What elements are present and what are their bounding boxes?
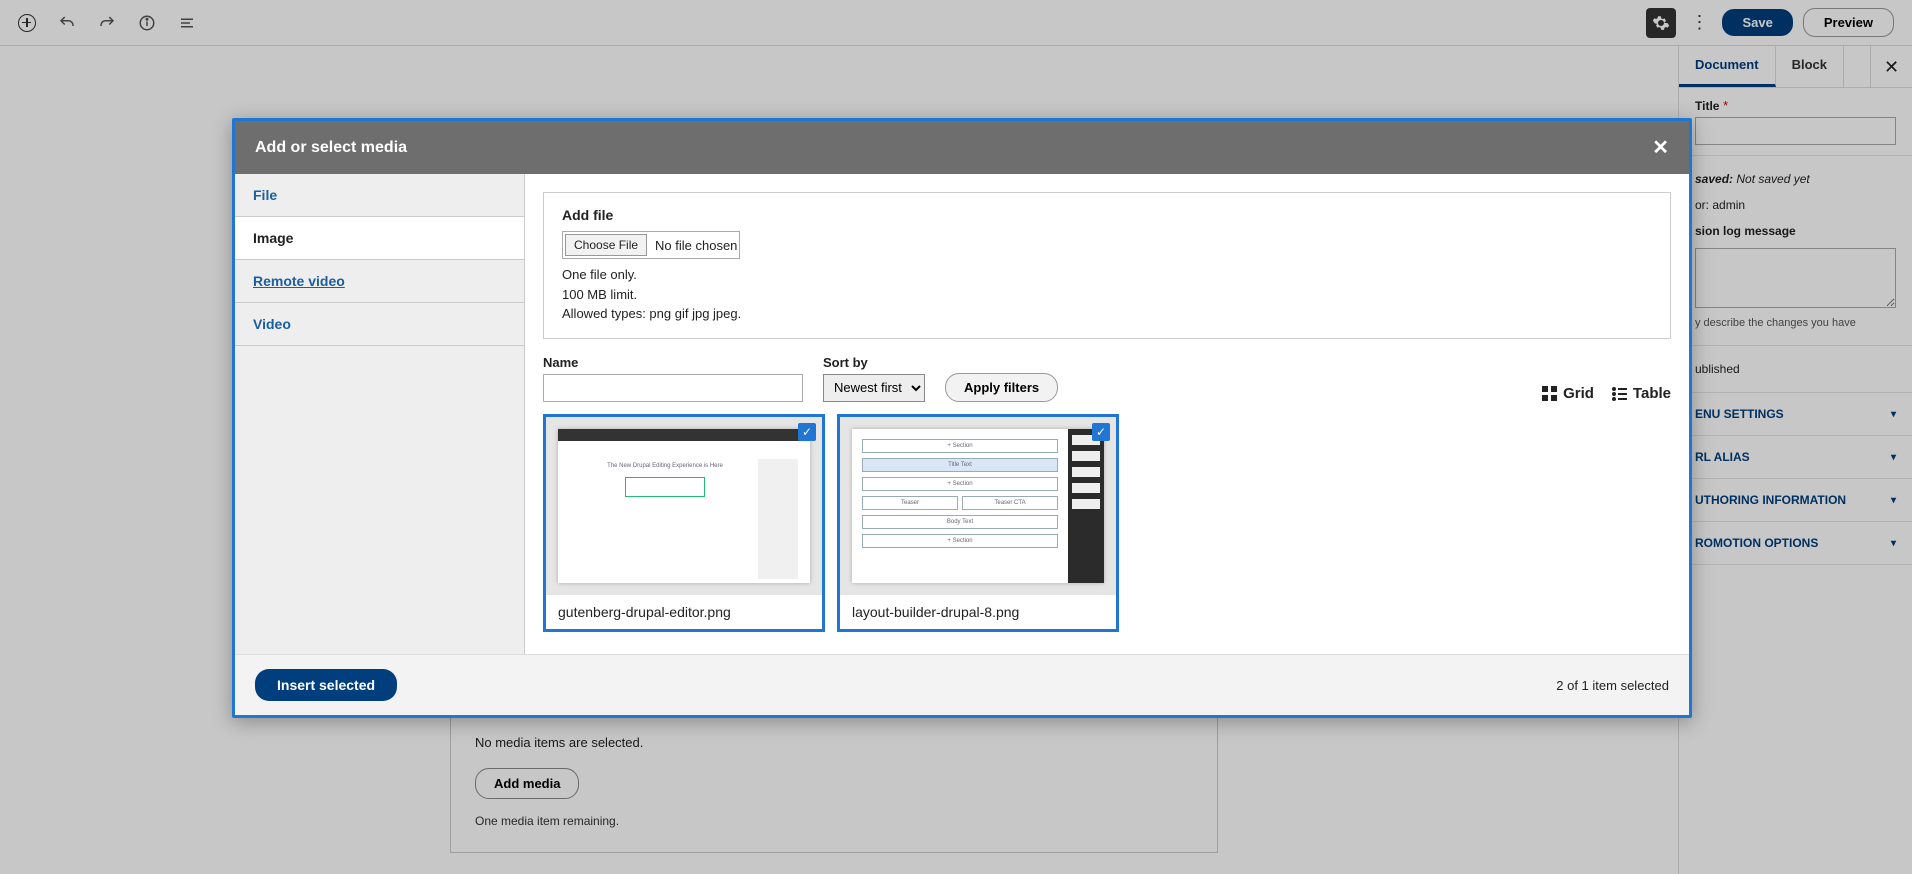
insert-selected-button[interactable]: Insert selected xyxy=(255,669,397,701)
apply-filters-button[interactable]: Apply filters xyxy=(945,373,1058,402)
close-icon[interactable]: ✕ xyxy=(1652,135,1669,160)
media-item[interactable]: + Section Title Text + Section Teaser Te… xyxy=(837,414,1119,632)
media-filename: layout-builder-drupal-8.png xyxy=(840,595,1116,629)
filter-name-label: Name xyxy=(543,355,803,370)
media-filename: gutenberg-drupal-editor.png xyxy=(546,595,822,629)
file-status: No file chosen xyxy=(655,238,737,253)
list-icon xyxy=(1612,386,1627,401)
grid-icon xyxy=(1542,386,1557,401)
view-grid-toggle[interactable]: Grid xyxy=(1542,385,1594,402)
item-checkbox[interactable]: ✓ xyxy=(798,423,816,441)
vtab-video[interactable]: Video xyxy=(235,303,524,346)
vtab-image[interactable]: Image xyxy=(235,217,524,260)
filter-sort-select[interactable]: Newest first xyxy=(823,374,925,402)
item-checkbox[interactable]: ✓ xyxy=(1092,423,1110,441)
upload-heading: Add file xyxy=(562,207,1652,223)
filter-sort-label: Sort by xyxy=(823,355,925,370)
media-item[interactable]: The New Drupal Editing Experience is Her… xyxy=(543,414,825,632)
vtab-remote-video[interactable]: Remote video xyxy=(235,260,524,303)
vtab-file[interactable]: File xyxy=(235,174,524,217)
choose-file-button[interactable]: Choose File xyxy=(565,234,647,256)
view-table-toggle[interactable]: Table xyxy=(1612,385,1671,402)
modal-title: Add or select media xyxy=(255,139,407,157)
selection-status: 2 of 1 item selected xyxy=(1556,678,1669,693)
media-type-tabs: File Image Remote video Video xyxy=(235,174,525,654)
media-library-modal: Add or select media ✕ File Image Remote … xyxy=(232,118,1692,718)
filter-name-input[interactable] xyxy=(543,374,803,402)
upload-region: Add file Choose File No file chosen One … xyxy=(543,192,1671,339)
